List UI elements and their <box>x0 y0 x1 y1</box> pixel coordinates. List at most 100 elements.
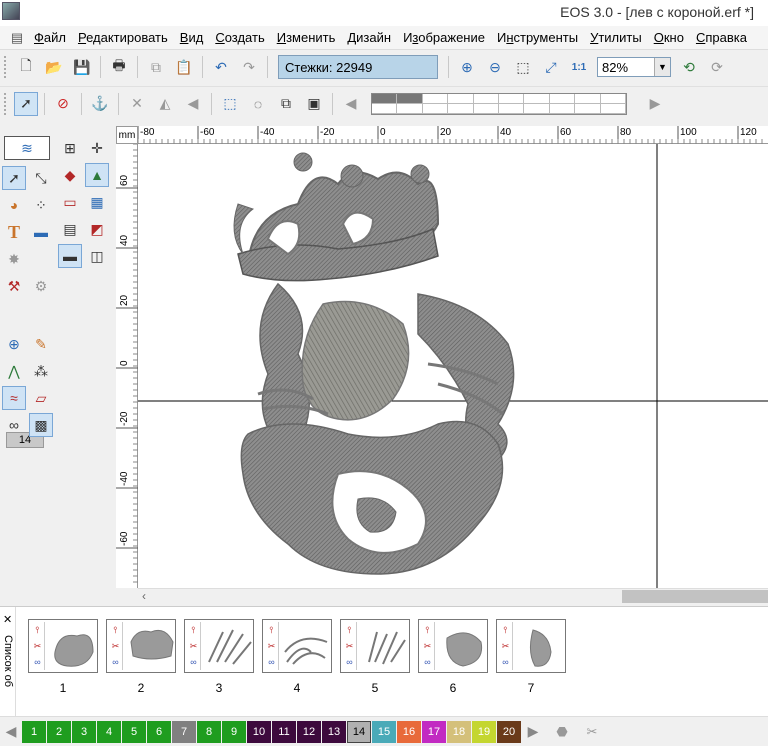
delete-icon[interactable]: ✕ <box>125 92 149 116</box>
zigzag-icon[interactable]: ⋀ <box>2 359 26 383</box>
open-folder-icon[interactable]: 📂 <box>42 55 66 79</box>
lasso-icon[interactable]: ◌ <box>246 92 270 116</box>
transform-icon[interactable]: ⧉ <box>274 92 298 116</box>
zoom-tool-icon[interactable]: ⊕ <box>2 332 26 356</box>
satin-icon[interactable]: ≈ <box>2 386 26 410</box>
horizontal-scrollbar[interactable]: ‹ <box>138 588 768 604</box>
color-swatch-5[interactable]: 5 <box>122 720 146 743</box>
color-swatch-6[interactable]: 6 <box>147 720 171 743</box>
chain-icon[interactable]: ∞ <box>2 413 26 437</box>
selection-strip[interactable] <box>371 92 627 115</box>
rect-select-icon[interactable]: ⬚ <box>218 92 242 116</box>
outline-icon[interactable]: ▱ <box>29 386 53 410</box>
columns-icon[interactable]: ▤ <box>58 217 82 241</box>
color-swatch-1[interactable]: 1 <box>22 720 46 743</box>
save-icon[interactable]: 💾 <box>70 55 94 79</box>
next-icon[interactable]: ▶ <box>643 92 667 116</box>
stop-icon[interactable]: ⊘ <box>51 92 75 116</box>
color-swatch-10[interactable]: 10 <box>247 720 271 743</box>
machine-icon[interactable]: ◫ <box>85 244 109 268</box>
close-icon[interactable]: ✕ <box>3 613 12 626</box>
paste-icon[interactable]: 📋 <box>172 55 196 79</box>
zoom-actual-icon[interactable]: 1:1 <box>567 55 591 79</box>
stitch-view-icon[interactable]: ▬ <box>58 244 82 268</box>
menu-item-3[interactable]: Создать <box>209 30 270 45</box>
menu-item-6[interactable]: Изображение <box>397 30 491 45</box>
undo-icon[interactable]: ↶ <box>209 55 233 79</box>
stitch-pattern-icon[interactable]: ⁂ <box>29 359 53 383</box>
mirror-horizontal-icon[interactable]: ◭ <box>153 92 177 116</box>
select-pointer-icon[interactable]: ➚ <box>14 91 38 116</box>
color-swatch-9[interactable]: 9 <box>222 720 246 743</box>
object-thumbnail[interactable]: ⫯ ✂ ∞ <box>262 619 332 673</box>
menu-item-7[interactable]: Инструменты <box>491 30 584 45</box>
color-swatch-19[interactable]: 19 <box>472 720 496 743</box>
scissors-icon[interactable]: ✂ <box>580 720 604 744</box>
color-swatch-20[interactable]: 20 <box>497 720 521 743</box>
grid-icon[interactable]: ▦ <box>85 190 109 214</box>
menu-item-8[interactable]: Утилиты <box>584 30 648 45</box>
chevron-down-icon[interactable]: ▼ <box>654 58 670 76</box>
knife-icon[interactable]: ◩ <box>85 217 109 241</box>
menu-item-2[interactable]: Вид <box>174 30 210 45</box>
zoom-in-icon[interactable]: ⊕ <box>455 55 479 79</box>
color-swatch-15[interactable]: 15 <box>372 720 396 743</box>
magic-wand-icon[interactable]: ✸ <box>2 247 26 271</box>
brush-preview[interactable]: ≋ <box>4 136 50 160</box>
toolbar-grip[interactable] <box>4 92 8 115</box>
fill-tool-icon[interactable]: ◕ <box>2 193 26 217</box>
eraser-icon[interactable]: ◆ <box>58 163 82 187</box>
color-swatch-8[interactable]: 8 <box>197 720 221 743</box>
new-file-icon[interactable]: 🗋 <box>14 55 38 79</box>
color-swatch-17[interactable]: 17 <box>422 720 446 743</box>
prev-icon[interactable]: ◀ <box>339 92 363 116</box>
color-swatch-12[interactable]: 12 <box>297 720 321 743</box>
color-swatch-2[interactable]: 2 <box>47 720 71 743</box>
document-icon[interactable]: ▤ <box>6 27 28 49</box>
toolbar-grip[interactable] <box>4 56 8 78</box>
menu-item-4[interactable]: Изменить <box>271 30 342 45</box>
hammer-icon[interactable]: ⚒ <box>2 274 26 298</box>
color-swatch-4[interactable]: 4 <box>97 720 121 743</box>
redraw-icon[interactable]: ⟳ <box>705 55 729 79</box>
color-swatch-13[interactable]: 13 <box>322 720 346 743</box>
points-tool-icon[interactable]: ⁘ <box>29 193 53 217</box>
color-swatch-18[interactable]: 18 <box>447 720 471 743</box>
palette-prev-icon[interactable]: ◀ <box>0 723 22 740</box>
anchor-icon[interactable]: ⚓ <box>88 92 112 116</box>
menu-item-5[interactable]: Дизайн <box>341 30 397 45</box>
object-thumbnail[interactable]: ⫯ ✂ ∞ <box>340 619 410 673</box>
pencil-icon[interactable]: ✎ <box>29 332 53 356</box>
color-swatch-3[interactable]: 3 <box>72 720 96 743</box>
stitch-sim-icon[interactable]: ▲ <box>85 163 109 187</box>
menu-item-9[interactable]: Окно <box>648 30 690 45</box>
palette-next-icon[interactable]: ▶ <box>522 723 544 740</box>
grid-move-icon[interactable]: ⊞ <box>58 136 82 160</box>
color-swatch-7[interactable]: 7 <box>172 720 196 743</box>
object-thumbnail[interactable]: ⫯ ✂ ∞ <box>496 619 566 673</box>
menu-item-10[interactable]: Справка <box>690 30 753 45</box>
zoom-box-icon[interactable]: ⬚ <box>511 55 535 79</box>
scroll-thumb[interactable] <box>622 590 768 603</box>
group-select-icon[interactable]: ▣ <box>302 92 326 116</box>
zoom-select[interactable]: 82% ▼ <box>597 57 671 77</box>
crosshair-move-icon[interactable]: ✛ <box>85 136 109 160</box>
scroll-left-icon[interactable]: ‹ <box>142 589 146 603</box>
object-thumbnail[interactable]: ⫯ ✂ ∞ <box>28 619 98 673</box>
object-thumbnail[interactable]: ⫯ ✂ ∞ <box>184 619 254 673</box>
zoom-out-icon[interactable]: ⊖ <box>483 55 507 79</box>
pointer-tool-icon[interactable]: ➚ <box>2 166 26 190</box>
mirror-vertical-icon[interactable]: ◀ <box>181 92 205 116</box>
stop-sign-icon[interactable]: ⬣ <box>550 720 574 744</box>
menu-item-1[interactable]: Редактировать <box>72 30 174 45</box>
refresh-icon[interactable]: ⟲ <box>677 55 701 79</box>
zoom-fit-icon[interactable]: ⤢ <box>539 55 563 79</box>
clapper-icon[interactable]: ▩ <box>29 413 53 437</box>
node-edit-icon[interactable]: ⤡ <box>29 166 53 190</box>
design-canvas[interactable] <box>138 144 768 588</box>
color-swatch-14[interactable]: 14 <box>347 720 371 743</box>
text-tool-icon[interactable]: T <box>2 220 26 244</box>
redo-icon[interactable]: ↷ <box>237 55 261 79</box>
gears-icon[interactable]: ⚙ <box>29 274 53 298</box>
menu-item-0[interactable]: Файл <box>28 30 72 45</box>
